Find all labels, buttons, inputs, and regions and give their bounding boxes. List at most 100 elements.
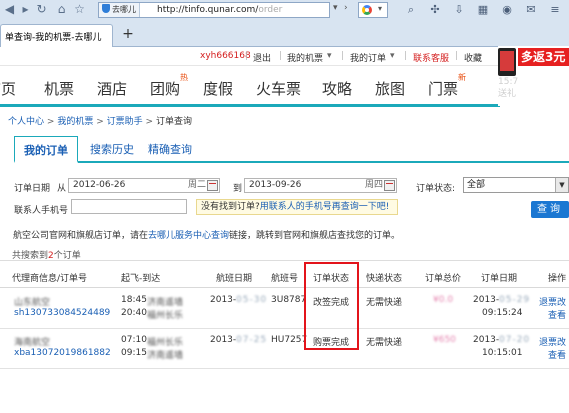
col-express-status: 快递状态 (366, 274, 403, 284)
date-to-input[interactable]: 2013-09-26 周四 (244, 178, 397, 193)
search-icon[interactable]: ⌕ (404, 3, 418, 17)
chevron-down-icon: ▼ (555, 178, 568, 192)
google-icon (362, 5, 372, 15)
date-from-input[interactable]: 2012-06-26 周二 (68, 178, 220, 193)
ad-sub1: 15:7 (498, 77, 519, 87)
back-icon[interactable]: ◀ (2, 2, 17, 17)
breadcrumb: 个人中心 > 我的机票 > 订票助手 > 订单查询 (8, 114, 192, 127)
order-time: 10:15:01 (482, 348, 523, 358)
nav-item-train[interactable]: 火车票 (256, 78, 301, 99)
go-icon[interactable]: › (344, 3, 348, 13)
my-orders-link[interactable]: 我的订单 (350, 51, 386, 64)
query-button[interactable]: 查询 (531, 201, 569, 218)
home-icon[interactable]: ⌂ (54, 2, 69, 17)
favorite-star-icon[interactable]: ☆ (72, 2, 87, 17)
nav-item-groupbuy-label: 团购 (150, 80, 181, 98)
notice-text: 航空公司官网和旗舰店订单，请在去哪儿服务中心查询链接，跳转到官网和旗舰店查找您的… (13, 228, 400, 241)
agent-name: 山东航空 (14, 298, 51, 308)
nav-item-tickets[interactable]: 门票新 (428, 73, 466, 99)
topbar-separator: | (279, 51, 283, 61)
flight-number: 3U8787 (271, 295, 307, 305)
address-row: ◀ ▸ ↻ ⌂ ☆ 去哪儿 http://tinfo.qunar.com/ord… (0, 0, 569, 21)
service-center-link[interactable]: 去哪儿服务中心查询 (148, 231, 229, 241)
arrive-city: 福州长乐 (147, 311, 184, 321)
order-date-label: 订单日期 (14, 184, 51, 194)
calendar-icon[interactable] (384, 180, 395, 191)
depart-city: 福州长乐 (147, 338, 184, 348)
order-status-value: 全部 (467, 180, 486, 190)
url-text[interactable]: http://tinfo.qunar.com/order (157, 3, 282, 17)
date-to-weekday: 周四 (364, 180, 383, 190)
refund-change-link[interactable]: 退票改 (539, 295, 566, 308)
breadcrumb-booking-helper[interactable]: 订票助手 (107, 117, 143, 127)
promo-ad[interactable]: 多返3元 15:7 送礼 (498, 46, 569, 106)
phone-label: 联系人手机号 (14, 206, 69, 216)
topbar-separator: | (341, 51, 345, 61)
notice-prefix: 航空公司官网和旗舰店订单，请在 (13, 231, 149, 241)
download-icon[interactable]: ⇩ (452, 3, 466, 17)
favorites-link[interactable]: 收藏 (464, 51, 482, 64)
order-status-select[interactable]: 全部 ▼ (463, 177, 569, 193)
url-main: http://tinfo.qunar.com/ (157, 5, 259, 15)
forward-icon[interactable]: ▸ (18, 2, 33, 17)
hint-link[interactable]: 用联系人的手机号再查询一下吧! (260, 202, 390, 212)
col-order-date: 订单日期 (481, 274, 518, 284)
ad-sub2: 送礼 (498, 89, 517, 99)
breadcrumb-user-center[interactable]: 个人中心 (8, 117, 44, 127)
order-number-link[interactable]: sh130733084524489 (14, 308, 110, 318)
nav-item-groupbuy[interactable]: 团购热 (150, 73, 188, 99)
logout-link[interactable]: 退出 (253, 51, 271, 64)
tab-my-orders[interactable]: 我的订单 (14, 136, 78, 163)
nav-item-travelmap[interactable]: 旅图 (375, 78, 405, 99)
chevron-down-icon: ▾ (378, 4, 383, 13)
agent-name: 海南航空 (14, 338, 51, 348)
address-dropdown-icon[interactable]: ▾ (333, 3, 338, 13)
breadcrumb-my-flights[interactable]: 我的机票 (57, 117, 93, 127)
refresh-icon[interactable]: ↻ (34, 2, 49, 17)
plugin-icon[interactable]: ✣ (428, 3, 442, 17)
nav-item-vacation[interactable]: 度假 (203, 78, 233, 99)
site-identity-chip[interactable]: 去哪儿 (99, 3, 140, 17)
order-date: 2013- (473, 335, 500, 345)
refund-change-link[interactable]: 退票改 (539, 335, 566, 348)
menu-icon[interactable]: ≡ (548, 3, 562, 17)
new-tab-button[interactable]: + (120, 26, 136, 42)
search-engine-selector[interactable]: ▾ (358, 2, 388, 18)
flight-date: 2013- (210, 295, 237, 305)
nav-item-guides[interactable]: 攻略 (322, 78, 352, 99)
order-price: ¥0.0 (433, 295, 454, 305)
url-faded: order (258, 5, 283, 15)
nav-item-home[interactable]: 首页 (0, 78, 16, 99)
tab-strip: 单查询-我的机票-去哪儿 + (0, 21, 569, 47)
hint-box: 没有找到订单?用联系人的手机号再查询一下吧! (196, 199, 398, 215)
tab-precise-query[interactable]: 精确查询 (148, 141, 192, 157)
from-label: 从 (57, 184, 67, 194)
order-time: 09:15:24 (482, 308, 523, 318)
arrive-time: 09:15 (121, 348, 147, 358)
express-status: 无需快递 (366, 298, 403, 308)
view-link[interactable]: 查看 (548, 308, 566, 321)
order-number-link[interactable]: xba13072019861882 (14, 348, 111, 358)
browser-tab-active[interactable]: 单查询-我的机票-去哪儿 (0, 24, 113, 47)
nav-item-flights[interactable]: 机票 (44, 78, 74, 99)
to-label: 到 (233, 184, 243, 194)
notice-suffix: 链接，跳转到官网和旗舰店查找您的订单。 (229, 231, 401, 241)
phone-input[interactable] (71, 199, 187, 214)
customer-service-link[interactable]: 联系客服 (413, 51, 449, 64)
address-bar[interactable]: 去哪儿 http://tinfo.qunar.com/order (98, 2, 330, 18)
express-status: 无需快递 (366, 338, 403, 348)
grid-icon[interactable]: ▦ (476, 3, 490, 17)
view-link[interactable]: 查看 (548, 348, 566, 361)
nav-item-hotels[interactable]: 酒店 (97, 78, 127, 99)
main-nav: 首页 机票 酒店 团购热 度假 火车票 攻略 旅图 门票新 (0, 67, 500, 107)
tab-search-history[interactable]: 搜索历史 (90, 141, 134, 157)
my-flights-link[interactable]: 我的机票 (287, 51, 323, 64)
phone-icon (498, 48, 516, 76)
security-icon[interactable]: ◉ (500, 3, 514, 17)
username-link[interactable]: xyh666168 (200, 51, 251, 61)
order-status-label: 订单状态: (416, 184, 456, 194)
calendar-icon[interactable] (207, 180, 218, 191)
date-to-value: 2013-09-26 (249, 180, 302, 190)
mail-icon[interactable]: ✉ (524, 3, 538, 17)
breadcrumb-separator: > (46, 117, 55, 127)
